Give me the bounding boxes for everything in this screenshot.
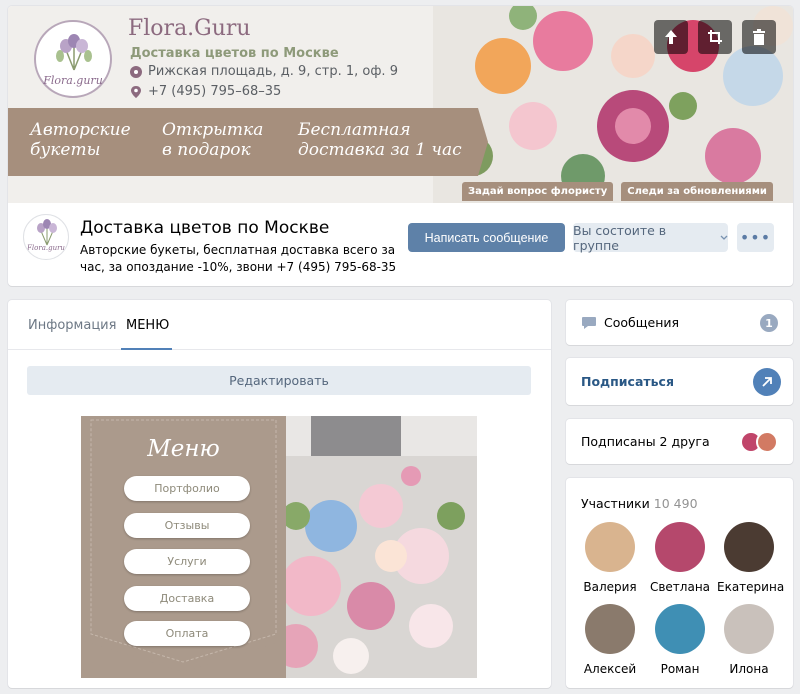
messages-label: Сообщения [604,315,680,330]
menu-item-delivery[interactable]: Доставка [124,586,250,611]
member-name: Валерия [583,580,637,594]
member-avatar [655,604,705,654]
more-actions-button[interactable]: ••• [737,223,774,252]
chevron-down-icon [720,235,728,240]
menu-item-services[interactable]: Услуги [124,549,250,574]
bouquet-logo-icon [56,34,92,71]
member-name: Светлана [649,580,711,594]
member-avatar [585,522,635,572]
member-avatar [724,522,774,572]
menu-title: Меню [147,436,220,462]
group-status: Авторские букеты, бесплатная доставка вс… [80,243,397,274]
trash-icon [753,29,765,45]
tab-menu[interactable]: МЕНЮ [126,318,169,333]
cover-logo: Flora.guru [34,20,112,98]
group-header-card: Flora.guru Flora.Guru Доставка цветов по… [8,6,793,286]
member-name: Екатерина [717,580,785,594]
subscribe-block[interactable]: Подписаться [566,358,793,405]
tab-information[interactable]: Информация [28,318,116,333]
upload-icon [665,30,677,44]
cover-links: Задай вопрос флористу Следи за обновлени… [462,182,773,201]
edit-button[interactable]: Редактировать [27,366,531,395]
banner-item-bouquets: Авторские букеты [30,120,131,160]
member-avatar [585,604,635,654]
ask-florist-link[interactable]: Задай вопрос флористу [462,182,614,201]
active-tab-indicator [121,348,172,350]
member-name: Илона [729,662,769,676]
member-avatar [724,604,774,654]
messages-block[interactable]: Сообщения 1 [566,300,793,345]
message-icon [582,317,596,329]
members-count: 10 490 [653,496,698,511]
member-item[interactable]: Алексей [578,604,642,676]
arrow-up-right-icon [762,377,772,387]
logo-text: Flora.guru [43,74,103,87]
subscribe-button[interactable] [753,368,781,396]
cover-image: Flora.guru Flora.Guru Доставка цветов по… [8,6,793,203]
menu-image: Меню Портфолио Отзывы Услуги Доставка Оп… [81,416,477,678]
crop-cover-button[interactable] [698,20,732,54]
cover-brand: Flora.Guru [128,16,251,41]
members-title: Участники [581,496,650,511]
messages-badge: 1 [760,314,778,332]
member-item[interactable]: Светлана [648,522,712,594]
menu-item-payment[interactable]: Оплата [124,621,250,646]
member-item[interactable]: Илона [717,604,781,676]
pin-icon [131,85,141,98]
membership-label: Вы состоите в группе [573,222,667,253]
send-message-button[interactable]: Написать сообщение [408,223,565,252]
member-item[interactable]: Роман [648,604,712,676]
cover-banner: Авторские букеты Открытка в подарок Бесп… [8,108,488,176]
upload-cover-button[interactable] [654,20,688,54]
location-icon [130,65,142,78]
members-header[interactable]: Участники 10 490 [581,496,698,511]
avatar-logo-text: Flora.guru [27,244,65,252]
friend-avatar[interactable] [756,431,778,453]
cover-subtitle: Доставка цветов по Москве [130,46,339,61]
delete-cover-button[interactable] [742,20,776,54]
member-item[interactable]: Екатерина [717,522,785,594]
subscribe-label[interactable]: Подписаться [581,374,674,389]
content-tabs: Информация МЕНЮ [8,300,551,350]
follow-updates-link[interactable]: Следи за обновлениями [621,182,773,201]
friends-label: Подписаны 2 друга [581,434,710,449]
membership-dropdown[interactable]: Вы состоите в группе [573,222,728,253]
group-name: Доставка цветов по Москве [80,218,330,238]
avatar-bouquet-icon [37,219,57,246]
menu-item-reviews[interactable]: Отзывы [124,513,250,538]
cover-address-text: Рижская площадь, д. 9, стр. 1, оф. 9 [148,64,398,79]
cover-address: Рижская площадь, д. 9, стр. 1, оф. 9 [130,64,398,79]
banner-item-card: Открытка в подарок [162,120,264,160]
friends-block[interactable]: Подписаны 2 друга [566,419,793,464]
member-item[interactable]: Валерия [578,522,642,594]
group-avatar[interactable]: Flora.guru [23,214,69,260]
crop-icon [708,30,722,44]
member-name: Роман [660,662,700,676]
members-block: Участники 10 490 Валерия Светлана Екатери… [566,478,793,688]
menu-content-card: Информация МЕНЮ Редактировать Меню Портф… [8,300,551,688]
cover-phone: +7 (495) 795–68–35 [130,84,281,99]
member-name: Алексей [583,662,637,676]
member-avatar [655,522,705,572]
cover-phone-text: +7 (495) 795–68–35 [148,84,282,99]
banner-item-delivery: Бесплатная доставка за 1 час [298,120,462,160]
menu-item-portfolio[interactable]: Портфолио [124,476,250,501]
